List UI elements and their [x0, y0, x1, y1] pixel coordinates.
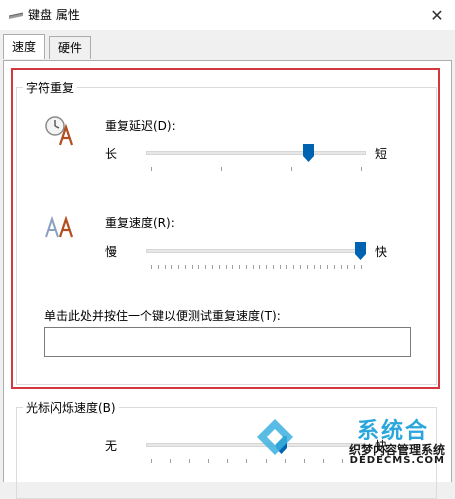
- slider-tick: [208, 459, 210, 463]
- slider-tick: [184, 265, 186, 269]
- slider-tick: [272, 265, 274, 269]
- tab-strip: 速度 硬件: [0, 34, 455, 60]
- repeat-delay-slider-thumb[interactable]: [302, 144, 314, 162]
- repeat-test-label: 单击此处并按住一个键以便测试重复速度(T):: [44, 309, 281, 323]
- slider-tick: [259, 265, 261, 269]
- slider-tick: [300, 265, 302, 269]
- slider-tick: [293, 265, 295, 269]
- slider-tick: [151, 167, 152, 171]
- watermark: 系统合 织梦内容管理系统 DEDECMS.COM: [255, 415, 445, 469]
- slider-tick: [246, 459, 248, 463]
- slider-tick: [164, 265, 166, 269]
- slider-tick: [252, 265, 254, 269]
- cursor-blink-min-label: 无: [105, 439, 118, 453]
- slider-tick: [178, 265, 180, 269]
- slider-tick: [227, 459, 229, 463]
- close-icon: ✕: [430, 5, 444, 25]
- slider-tick: [211, 265, 213, 269]
- tab-hardware[interactable]: 硬件: [49, 36, 92, 59]
- slider-tick: [279, 265, 281, 269]
- slider-tick: [347, 265, 349, 269]
- slider-tick: [151, 265, 152, 269]
- cursor-blink-title: 光标闪烁速度(B): [23, 399, 119, 416]
- repeat-delay-icon: [45, 116, 74, 146]
- slider-tick: [306, 265, 308, 269]
- slider-tick: [225, 265, 227, 269]
- slider-tick: [361, 167, 362, 171]
- slider-tick: [205, 265, 207, 269]
- slider-tick: [320, 265, 322, 269]
- slider-tick: [354, 265, 356, 269]
- window-title: 键盘 属性: [28, 8, 80, 22]
- repeat-rate-min-label: 慢: [105, 245, 118, 259]
- slider-tick: [170, 459, 172, 463]
- tab-speed[interactable]: 速度: [3, 34, 46, 59]
- slider-tick: [151, 459, 152, 463]
- slider-tick: [239, 265, 241, 269]
- slider-tick: [361, 265, 362, 269]
- repeat-delay-ticks: [146, 167, 366, 171]
- char-repeat-title: 字符重复: [23, 79, 78, 96]
- title-bar: 键盘 属性 ✕: [0, 0, 455, 30]
- repeat-test-input[interactable]: [44, 327, 411, 357]
- slider-tick: [157, 265, 159, 269]
- repeat-rate-max-label: 快: [375, 245, 388, 259]
- keyboard-icon: [8, 12, 24, 19]
- repeat-rate-ticks: [146, 265, 366, 269]
- repeat-rate-icon: [45, 215, 74, 238]
- slider-tick: [286, 265, 288, 269]
- repeat-delay-track[interactable]: [146, 151, 366, 155]
- slider-tick: [198, 265, 200, 269]
- slider-tick: [218, 265, 220, 269]
- slider-tick: [221, 167, 222, 171]
- repeat-delay-label: 重复延迟(D):: [105, 119, 176, 133]
- close-button[interactable]: ✕: [419, 0, 455, 30]
- slider-tick: [266, 265, 268, 269]
- watermark-logo-icon: [257, 419, 293, 455]
- slider-tick: [340, 265, 342, 269]
- slider-tick: [327, 265, 329, 269]
- slider-tick: [333, 265, 335, 269]
- slider-tick: [189, 459, 191, 463]
- slider-tick: [191, 265, 193, 269]
- slider-tick: [291, 167, 292, 171]
- repeat-rate-track[interactable]: [146, 249, 366, 253]
- repeat-rate-label: 重复速度(R):: [105, 216, 175, 230]
- watermark-domain: DEDECMS.COM: [349, 455, 445, 466]
- repeat-delay-min-label: 长: [105, 147, 118, 161]
- slider-tick: [171, 265, 173, 269]
- repeat-rate-slider-thumb[interactable]: [355, 242, 366, 260]
- repeat-delay-max-label: 短: [375, 147, 388, 161]
- slider-tick: [232, 265, 234, 269]
- slider-tick: [245, 265, 247, 269]
- slider-tick: [313, 265, 315, 269]
